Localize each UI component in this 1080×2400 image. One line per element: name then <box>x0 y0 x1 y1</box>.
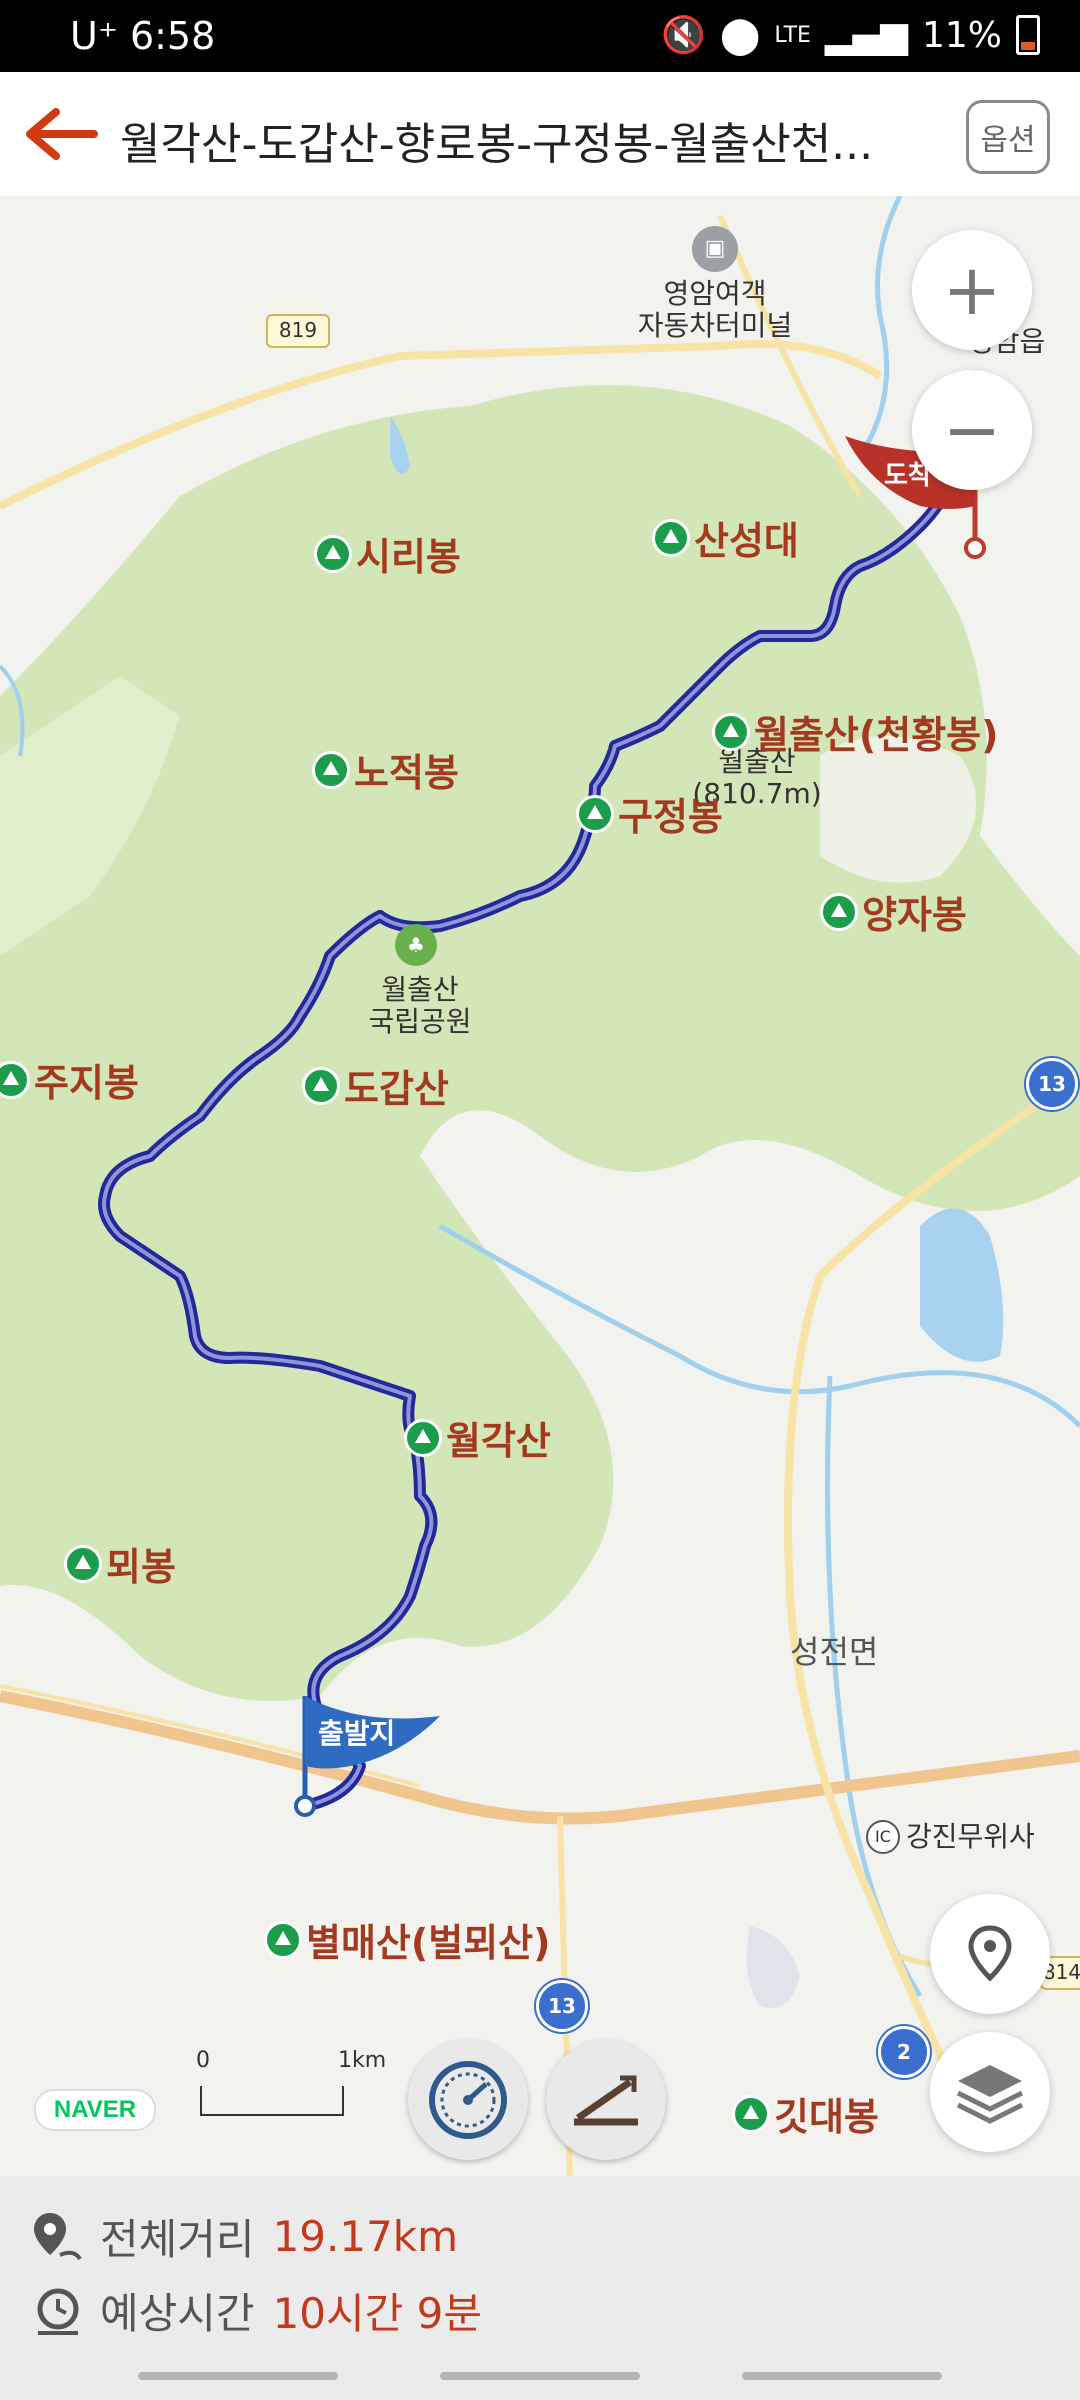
map-view[interactable]: ▣ 영암여객 자동차터미널 영암읍 819 월출산 국립공원 ♣ 월출산 (81… <box>0 196 1080 2176</box>
route-title: 월각산-도갑산-향로봉-구정봉-월출산천... <box>120 119 874 170</box>
road-819-label: 819 <box>266 314 330 348</box>
ic-icon: IC <box>866 1820 900 1854</box>
mountain-icon <box>302 1066 340 1105</box>
bus-terminal-icon: ▣ <box>692 226 738 272</box>
distance-row: 전체거리 19.17km <box>30 2206 458 2267</box>
peak-gujeongbong[interactable]: 구정봉 <box>576 786 723 841</box>
status-bar: U⁺ 6:58 🔇 ⬤ LTE ▂▄▆ 11% <box>0 0 1080 72</box>
zoom-in-button[interactable]: + <box>912 230 1032 350</box>
back-button[interactable] <box>20 102 100 166</box>
peak-siribong[interactable]: 시리봉 <box>314 526 461 581</box>
mountain-icon <box>820 892 858 931</box>
distance-value: 19.17km <box>272 2212 459 2261</box>
distance-label: 전체거리 <box>100 2215 255 2264</box>
peak-moebong[interactable]: 뫼봉 <box>64 1536 176 1591</box>
map-base <box>0 196 1080 2176</box>
mountain-icon <box>712 712 750 751</box>
minus-icon: − <box>942 389 1002 471</box>
terminal-label: 영암여객 자동차터미널 <box>637 277 793 342</box>
road-badge-13-east: 13 <box>1026 1058 1078 1110</box>
time-row: 예상시간 10시간 9분 <box>30 2280 482 2341</box>
route-pin-icon <box>34 2212 82 2260</box>
peak-sanseongdae[interactable]: 산성대 <box>652 510 799 565</box>
mountain-icon <box>312 750 350 789</box>
status-icons: 🔇 ⬤ LTE ▂▄▆ 11% <box>661 14 1040 56</box>
elevation-button[interactable] <box>546 2040 666 2160</box>
status-carrier-time: U⁺ 6:58 <box>70 14 216 58</box>
nav-home-hint[interactable] <box>440 2372 640 2380</box>
route-summary-panel: 전체거리 19.17km 예상시간 10시간 9분 <box>0 2176 1080 2400</box>
peak-jujibong[interactable]: 주지봉 <box>0 1052 139 1107</box>
time-label: 예상시간 <box>100 2289 255 2338</box>
location-pin-icon <box>968 1925 1012 1982</box>
mute-icon: 🔇 <box>661 15 707 56</box>
ic-name: 강진무위사 <box>906 1820 1035 1853</box>
naver-logo: NAVER <box>34 2089 156 2131</box>
peak-wolchulsan[interactable]: 월출산(천황봉) <box>712 704 999 759</box>
seongjeon-label: 성전면 <box>790 1633 879 1671</box>
layers-icon <box>956 2065 1024 2124</box>
peak-dogapsan[interactable]: 도갑산 <box>302 1058 449 1113</box>
park-label: 월출산 국립공원 <box>368 973 472 1038</box>
scale-zero: 0 <box>196 2048 210 2073</box>
peak-gitdaebong[interactable]: 깃대봉 <box>732 2086 879 2141</box>
slope-icon <box>574 2075 638 2126</box>
signal-icon: ▂▄▆ <box>824 14 908 56</box>
peak-yangjabong[interactable]: 양자봉 <box>820 884 967 939</box>
road-badge-13-south: 13 <box>536 1980 588 2032</box>
mountain-icon <box>576 794 614 833</box>
battery-icon <box>1016 15 1040 55</box>
app-header: 월각산-도갑산-향로봉-구정봉-월출산천... 옵션 <box>0 72 1080 198</box>
network-label: LTE <box>774 22 811 48</box>
peak-nojeokbong[interactable]: 노적봉 <box>312 742 459 797</box>
road-badge-2: 2 <box>878 2026 930 2078</box>
scale-bar <box>200 2086 344 2116</box>
speedometer-icon <box>429 2061 507 2139</box>
peak-wolgaksan[interactable]: 월각산 <box>404 1410 551 1465</box>
mountain-icon <box>404 1418 442 1457</box>
mountain-icon <box>64 1544 102 1583</box>
mountain-icon <box>0 1060 30 1099</box>
ic-label: IC 강진무위사 <box>866 1820 1035 1854</box>
speed-gauge-button[interactable] <box>408 2040 528 2160</box>
battery-percent: 11% <box>921 14 1002 56</box>
location-icon: ⬤ <box>720 14 761 56</box>
peak-byeolmaesan[interactable]: 별매산(벌뫼산) <box>264 1912 551 1967</box>
nav-back-hint[interactable] <box>742 2372 942 2380</box>
back-arrow-icon <box>26 108 98 160</box>
time-value: 10시간 9분 <box>272 2289 482 2338</box>
mountain-icon <box>314 534 352 573</box>
clock-icon <box>37 2288 79 2335</box>
park-icon: ♣ <box>395 924 437 966</box>
layers-button[interactable] <box>930 2032 1050 2152</box>
plus-icon: + <box>942 249 1002 331</box>
mountain-icon <box>732 2094 770 2133</box>
zoom-out-button[interactable]: − <box>912 370 1032 490</box>
mountain-icon <box>652 518 690 557</box>
my-location-button[interactable] <box>930 1894 1050 2014</box>
scale-km: 1km <box>338 2048 387 2073</box>
option-button[interactable]: 옵션 <box>966 100 1050 174</box>
nav-recents-hint[interactable] <box>138 2372 338 2380</box>
start-flag-label: 출발지 <box>318 1717 396 1750</box>
mountain-icon <box>264 1920 302 1959</box>
